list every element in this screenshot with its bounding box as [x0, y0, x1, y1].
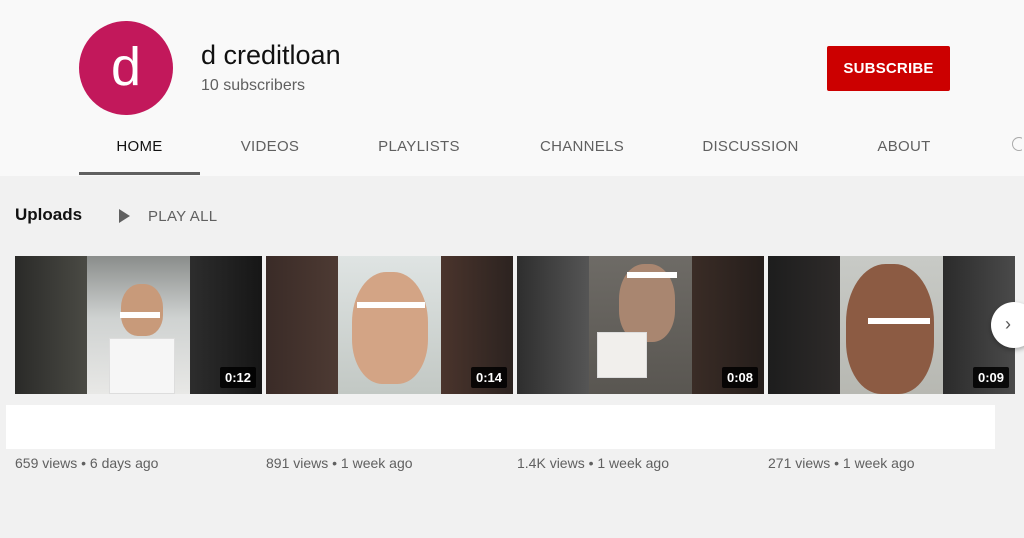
- avatar[interactable]: d: [79, 21, 173, 115]
- channel-name: d creditloan: [201, 40, 341, 70]
- subscriber-count: 10 subscribers: [201, 77, 306, 94]
- video-thumbnail[interactable]: 0:08: [517, 256, 764, 394]
- subscribe-button[interactable]: SUBSCRIBE: [827, 46, 950, 91]
- section-title: Uploads: [15, 205, 83, 224]
- channel-tabs: HOME VIDEOS PLAYLISTS CHANNELS DISCUSSIO…: [0, 126, 1024, 176]
- video-duration: 0:12: [219, 367, 256, 388]
- video-duration: 0:09: [972, 367, 1009, 388]
- video-thumbnail[interactable]: 0:12: [15, 256, 262, 394]
- play-all-label: PLAY ALL: [148, 207, 218, 225]
- channel-header: d d creditloan 10 subscribers SUBSCRIBE …: [0, 0, 1024, 176]
- video-meta: 891 views • 1 week ago: [266, 455, 413, 471]
- video-card[interactable]: 0:08 1.4K views • 1 week ago: [517, 256, 764, 471]
- video-card[interactable]: 0:14 891 views • 1 week ago: [266, 256, 513, 471]
- tab-videos[interactable]: VIDEOS: [225, 126, 315, 176]
- play-all-button[interactable]: PLAY ALL: [119, 203, 217, 229]
- video-thumbnail[interactable]: 0:14: [266, 256, 513, 394]
- video-card[interactable]: 0:09 271 views • 1 week ago: [768, 256, 1015, 471]
- tab-about[interactable]: ABOUT: [862, 126, 946, 176]
- video-thumbnail[interactable]: 0:09: [768, 256, 1015, 394]
- video-duration: 0:14: [470, 367, 507, 388]
- search-icon[interactable]: [1012, 135, 1022, 153]
- play-icon: [119, 209, 130, 223]
- tab-channels[interactable]: CHANNELS: [524, 126, 640, 176]
- video-meta: 659 views • 6 days ago: [15, 455, 159, 471]
- tab-playlists[interactable]: PLAYLISTS: [362, 126, 476, 176]
- video-card[interactable]: 0:12 659 views • 6 days ago: [15, 256, 262, 471]
- redacted-titles: [6, 405, 995, 449]
- video-meta: 1.4K views • 1 week ago: [517, 455, 669, 471]
- video-meta: 271 views • 1 week ago: [768, 455, 915, 471]
- tab-home[interactable]: HOME: [79, 126, 200, 176]
- chevron-right-icon: ›: [1005, 314, 1011, 334]
- tab-discussion[interactable]: DISCUSSION: [689, 126, 812, 176]
- video-duration: 0:08: [721, 367, 758, 388]
